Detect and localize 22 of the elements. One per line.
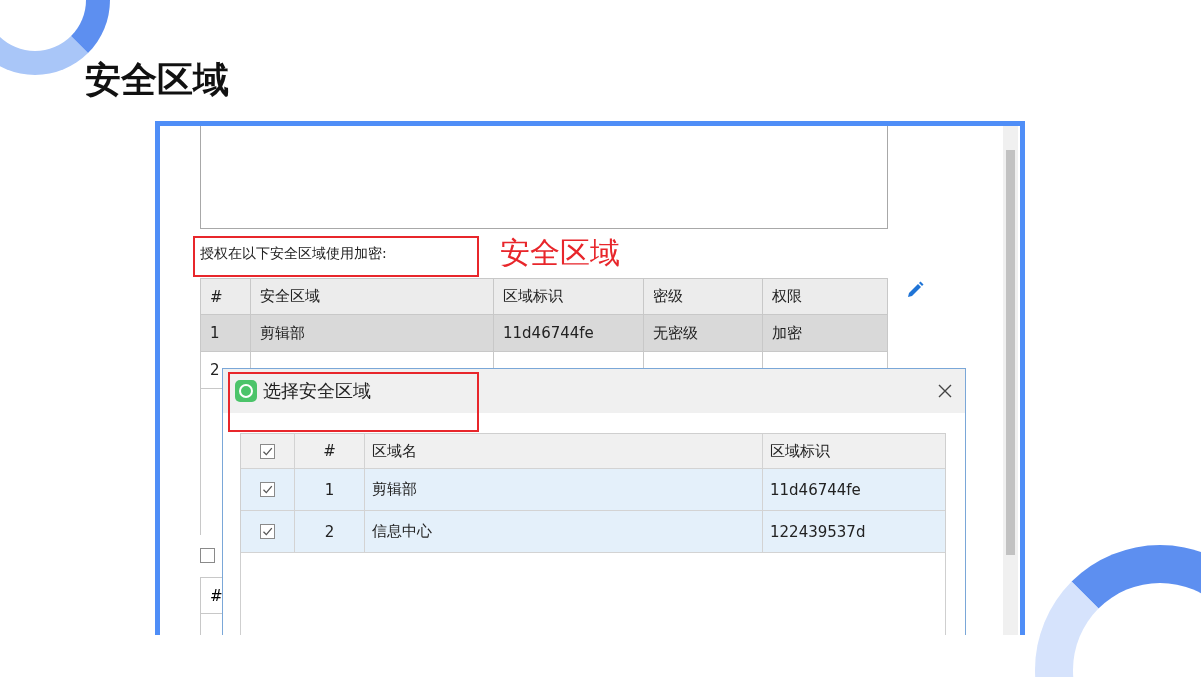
select-all-checkbox[interactable]: [260, 443, 275, 459]
table-cell: 122439537d: [763, 511, 945, 553]
table-cell: 剪辑部: [251, 315, 494, 352]
section-label: 授权在以下安全区域使用加密:: [200, 244, 388, 263]
table-cell: 信息中心: [365, 511, 763, 553]
row-checkbox[interactable]: [260, 524, 275, 539]
checkbox[interactable]: [200, 548, 215, 563]
table-cell: 加密: [763, 315, 888, 352]
annotation-text: 安全区域: [500, 234, 620, 272]
slide-title: 安全区域: [85, 59, 229, 100]
table-row[interactable]: 1 剪辑部 11d46744fe: [241, 469, 945, 511]
table-cell: 11d46744fe: [494, 315, 644, 352]
table-cell: 无密级: [644, 315, 763, 352]
edit-icon[interactable]: [906, 281, 924, 299]
row-checkbox[interactable]: [260, 482, 275, 497]
table-row[interactable]: 1 剪辑部 11d46744fe 无密级 加密: [201, 315, 888, 352]
scrollbar[interactable]: [1003, 126, 1018, 635]
app-logo-icon: [235, 380, 257, 402]
table-cell: 1: [201, 315, 251, 352]
close-icon[interactable]: [937, 383, 953, 399]
table-row[interactable]: 2 信息中心 122439537d: [241, 511, 945, 553]
table-cell: 2: [295, 511, 365, 553]
